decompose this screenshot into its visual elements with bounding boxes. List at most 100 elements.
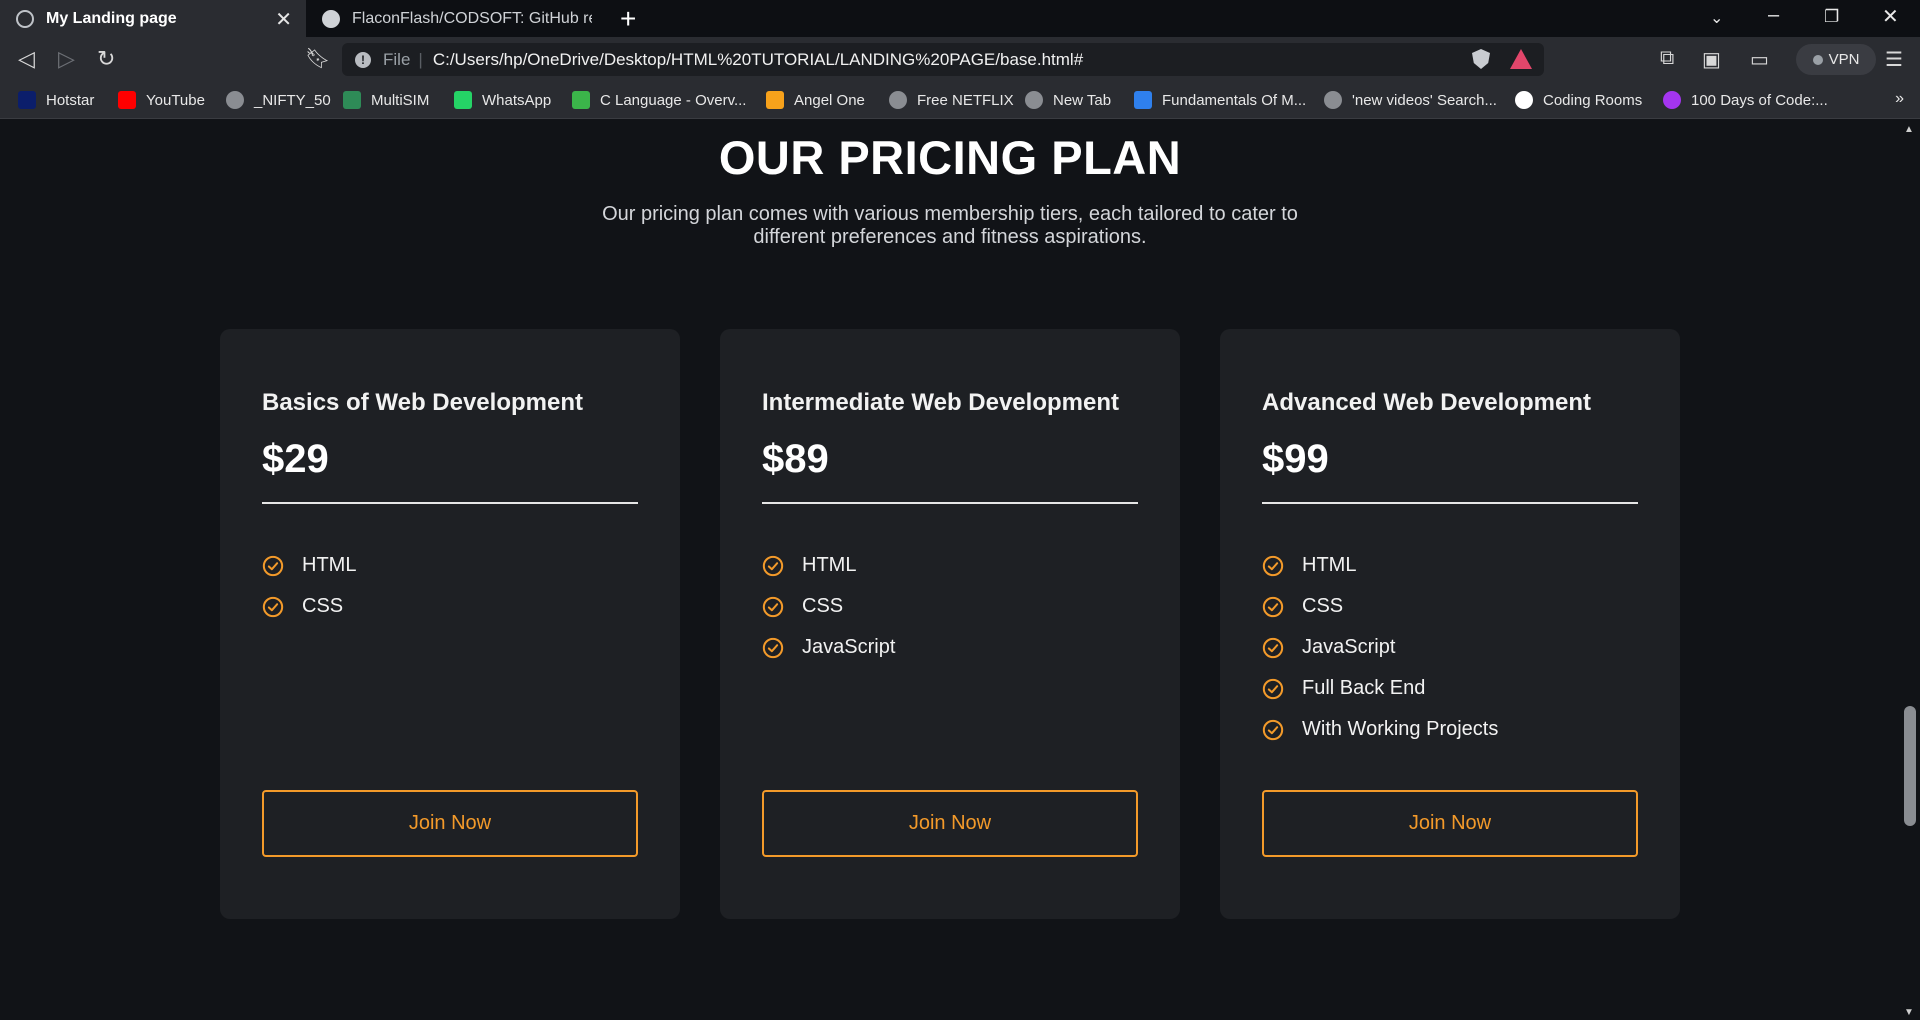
close-window-button[interactable]: ✕	[1882, 4, 1899, 29]
bookmark-item[interactable]: _NIFTY_50	[226, 91, 331, 109]
vpn-status-icon	[1812, 54, 1823, 65]
bookmark-item[interactable]: 100 Days of Code:...	[1663, 91, 1828, 109]
check-circle-icon	[1262, 596, 1284, 617]
whatsapp-icon	[454, 91, 472, 109]
check-circle-icon	[762, 596, 784, 617]
globe-icon	[16, 9, 34, 28]
bookmark-item[interactable]: WhatsApp	[454, 91, 551, 109]
feature-label: CSS	[302, 595, 344, 617]
check-circle-icon	[1262, 678, 1284, 699]
page-scrollbar[interactable]: ▲ ▼	[1900, 120, 1920, 1020]
bookmark-item[interactable]: Free NETFLIX	[889, 91, 1014, 109]
join-now-button[interactable]: Join Now	[1262, 790, 1638, 857]
feature-item: HTML	[762, 545, 895, 586]
address-bar[interactable]: ! File | C:/Users/hp/OneDrive/Desktop/HT…	[342, 43, 1544, 76]
divider	[262, 502, 638, 504]
globe-icon	[1025, 91, 1043, 109]
vpn-button[interactable]: VPN	[1796, 44, 1876, 75]
reload-button[interactable]: ↻	[97, 46, 115, 72]
wallet-icon[interactable]: ▭	[1750, 47, 1769, 72]
pricing-card-basics: Basics of Web Development $29 HTML CSS Jo…	[220, 329, 680, 919]
feature-item: HTML	[262, 545, 356, 586]
feature-item: JavaScript	[762, 627, 895, 668]
check-circle-icon	[1262, 555, 1284, 576]
feature-label: HTML	[1302, 554, 1357, 576]
bookmark-item[interactable]: Fundamentals Of M...	[1134, 91, 1306, 109]
c-language-icon	[572, 91, 590, 109]
bookmark-label: Free NETFLIX	[917, 91, 1014, 109]
scroll-thumb[interactable]	[1904, 706, 1916, 826]
bookmark-label: Angel One	[794, 91, 865, 109]
tab-github-repo[interactable]: FlaconFlash/CODSOFT: GitHub reposit	[306, 0, 606, 37]
feature-list: HTML CSS JavaScript Full Back End With Worki…	[1262, 545, 1498, 750]
brave-shield-icon[interactable]	[1472, 49, 1490, 69]
plan-price: $89	[762, 437, 829, 481]
bookmark-label: New Tab	[1053, 91, 1112, 109]
feature-list: HTML CSS	[262, 545, 356, 627]
page-viewport: OUR PRICING PLAN Our pricing plan comes …	[0, 120, 1900, 1020]
bookmark-label: Coding Rooms	[1543, 91, 1643, 109]
bookmark-item[interactable]: 'new videos' Search...	[1324, 91, 1497, 109]
join-now-button[interactable]: Join Now	[762, 790, 1138, 857]
tab-my-landing-page[interactable]: My Landing page ✕	[0, 0, 306, 37]
bookmark-item[interactable]: C Language - Overv...	[572, 91, 746, 109]
check-circle-icon	[1262, 637, 1284, 658]
hotstar-icon	[18, 91, 36, 109]
brave-rewards-icon[interactable]	[1510, 49, 1532, 69]
back-button[interactable]: ◁	[18, 46, 35, 72]
youtube-icon	[118, 91, 136, 109]
feature-item: Full Back End	[1262, 668, 1498, 709]
bookmark-icon[interactable]: 🔖︎	[305, 46, 330, 71]
feature-item: HTML	[1262, 545, 1498, 586]
scroll-up-icon[interactable]: ▲	[1904, 124, 1914, 135]
site-info-icon[interactable]: !	[355, 51, 371, 68]
minimize-button[interactable]: –	[1768, 4, 1779, 27]
multisim-icon	[343, 91, 361, 109]
feature-label: JavaScript	[802, 636, 896, 658]
feature-label: JavaScript	[1302, 636, 1396, 658]
pricing-heading: OUR PRICING PLAN	[718, 131, 1182, 184]
feature-label: With Working Projects	[1302, 718, 1499, 740]
plan-price: $99	[1262, 437, 1329, 481]
bookmark-item[interactable]: Hotstar	[18, 91, 94, 109]
join-now-button[interactable]: Join Now	[262, 790, 638, 857]
bookmark-item[interactable]: Angel One	[766, 91, 865, 109]
globe-icon	[226, 91, 244, 109]
globe-icon	[889, 91, 907, 109]
more-bookmarks-icon[interactable]: »	[1895, 90, 1904, 108]
bookmark-item[interactable]: New Tab	[1025, 91, 1111, 109]
tab-title: FlaconFlash/CODSOFT: GitHub reposit	[352, 9, 592, 27]
feature-label: CSS	[802, 595, 844, 617]
pricing-card-intermediate: Intermediate Web Development $89 HTML CSS…	[720, 329, 1180, 919]
scroll-down-icon[interactable]: ▼	[1904, 1007, 1914, 1018]
new-tab-button[interactable]: +	[620, 3, 636, 35]
close-tab-icon[interactable]: ✕	[275, 7, 292, 32]
divider	[1262, 502, 1638, 504]
bookmark-item[interactable]: Coding Rooms	[1515, 91, 1642, 109]
divider	[762, 502, 1138, 504]
plan-title: Advanced Web Development	[1262, 389, 1591, 416]
bookmark-label: 'new videos' Search...	[1352, 91, 1497, 109]
plan-title: Basics of Web Development	[262, 389, 583, 416]
feature-list: HTML CSS JavaScript	[762, 545, 895, 668]
check-circle-icon	[262, 596, 284, 617]
menu-icon[interactable]: ☰	[1885, 47, 1903, 72]
sidebar-icon[interactable]: ▣	[1702, 47, 1721, 72]
bookmark-label: C Language - Overv...	[600, 91, 747, 109]
bookmark-label: Hotstar	[46, 91, 95, 109]
check-circle-icon	[262, 555, 284, 576]
forward-button[interactable]: ▷	[58, 46, 75, 72]
coding-rooms-icon	[1515, 91, 1533, 109]
restore-button[interactable]: ❐	[1824, 7, 1839, 27]
feature-label: HTML	[802, 554, 857, 576]
bookmark-label: Fundamentals Of M...	[1162, 91, 1307, 109]
bookmark-label: WhatsApp	[482, 91, 552, 109]
check-circle-icon	[762, 637, 784, 658]
bookmark-item[interactable]: YouTube	[118, 91, 205, 109]
check-circle-icon	[1262, 719, 1284, 740]
extensions-icon[interactable]: ⧉	[1660, 47, 1674, 70]
bookmark-item[interactable]: MultiSIM	[343, 91, 429, 109]
github-icon	[322, 9, 340, 28]
url-separator: |	[418, 49, 423, 69]
tab-search-chevron-icon[interactable]: ⌄	[1710, 8, 1723, 28]
